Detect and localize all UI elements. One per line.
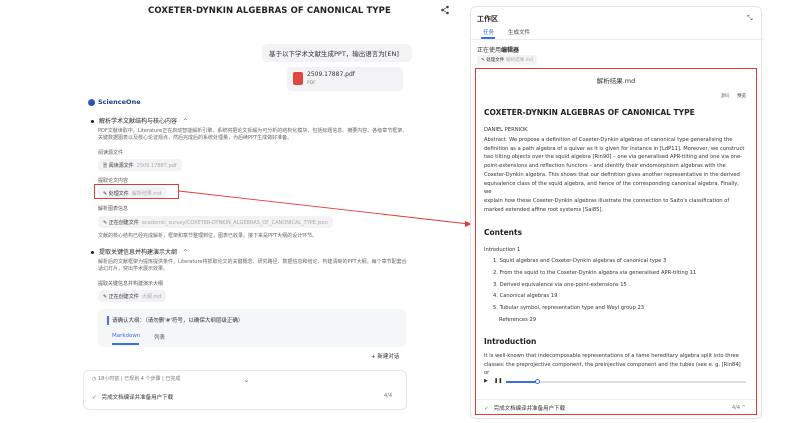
viewer-filename: 解析结果.md xyxy=(596,77,636,85)
chevron-down-icon[interactable]: ⌄ xyxy=(244,377,249,384)
chip-label: 正在创建文件 xyxy=(108,220,139,226)
progress-track[interactable] xyxy=(506,381,746,383)
tab-markdown[interactable]: Markdown xyxy=(112,333,140,339)
page-title: COXETER-DYNKIN ALGEBRAS OF CANONICAL TYP… xyxy=(148,6,391,16)
chat-pane: COXETER-DYNKIN ALGEBRAS OF CANONICAL TYP… xyxy=(0,0,462,423)
tab-generated-files[interactable]: 生成文件 xyxy=(508,28,530,36)
share-icon[interactable] xyxy=(440,5,450,15)
pdf-file-icon xyxy=(293,72,303,85)
chip-value: 大纲.md xyxy=(141,294,162,300)
tool-chip-process-file[interactable]: ✎ 处理文件 解析结果.md xyxy=(477,55,537,65)
highlight-box xyxy=(94,184,179,199)
doc-icon: 🗎 xyxy=(103,163,108,169)
chip-value: academic_survey/COXETER-DYNKIN_ALGEBRAS_… xyxy=(141,220,328,226)
app-root: COXETER-DYNKIN ALGEBRAS OF CANONICAL TYP… xyxy=(0,0,803,423)
toc-item: Introduction 1 xyxy=(484,247,521,253)
accent-bar xyxy=(107,316,109,325)
new-chat-button[interactable]: + 新建对话 xyxy=(371,352,399,360)
progress-knob[interactable] xyxy=(534,379,540,384)
preview-button[interactable]: 预览 xyxy=(737,94,746,99)
outline-confirm-card: 请确认大纲：（请勿删'#'符号，以确保大纲层级正确） Markdown 列表 xyxy=(98,309,406,347)
check-icon: ✓ xyxy=(92,395,97,401)
chevron-up-icon[interactable]: ^ xyxy=(183,249,188,256)
attachment-name: 2509.17887.pdf xyxy=(307,71,355,78)
file-viewer: 解析结果.md 源码 预览 COXETER-DYNKIN ALGEBRAS OF… xyxy=(475,68,757,415)
intro-heading: Introduction xyxy=(484,337,537,346)
collapse-icon[interactable]: ⤡ xyxy=(747,14,753,23)
toc-item: 1. Squid algebras and Coxeter-Dynkin alg… xyxy=(493,258,667,264)
bullet-icon xyxy=(91,120,94,123)
tab-list[interactable]: 列表 xyxy=(154,333,165,341)
outline-title: 请确认大纲：（请勿删'#'符号，以确保大纲层级正确） xyxy=(112,318,244,324)
task-status-panel: ◷ 18小时前 | 已规划 4 个步骤 | 已完成 ⌄ ✓ 完成文档编译并准备用户… xyxy=(83,370,407,410)
assistant-brand: ScienceOne xyxy=(88,98,141,106)
step-1-sub-charts: 解析图表信息 xyxy=(98,206,129,212)
progress-fill xyxy=(506,381,538,383)
divider xyxy=(471,39,763,40)
tool-chip-create-file[interactable]: ✎ 正在创建文件 academic_survey/COXETER-DYNKIN_A… xyxy=(98,216,333,228)
doc-title: COXETER-DYNKIN ALGEBRAS OF CANONICAL TYP… xyxy=(484,108,695,117)
view-mode-toggle: 源码 预览 xyxy=(715,93,746,99)
chevron-up-icon[interactable]: ^ xyxy=(183,118,188,125)
step-2-header[interactable]: 提取关键信息并构建演示大纲 ^ xyxy=(91,247,188,256)
media-player: ▶ ❚❚ xyxy=(484,377,746,387)
attachment-card[interactable]: 2509.17887.pdf PDF xyxy=(287,67,403,91)
task-item: ✓ 完成文档编译并准备用户下载 xyxy=(484,406,566,412)
tool-chip-read-file[interactable]: 🗎 阅读源文件 2509.17887.pdf xyxy=(98,159,182,171)
user-message: 基于以下学术文献生成PPT，输出语言为[EN] xyxy=(262,44,412,62)
task-status: ◷ 18小时前 | 已规划 4 个步骤 | 已完成 xyxy=(92,376,181,382)
step-1-description: PDF文献读取中，Literature正在启动智能解析引擎。系统将把论文拆解为可… xyxy=(98,128,408,141)
doc-abstract: Abstract. We propose a definition of Cox… xyxy=(484,137,745,213)
task-count: 4/4 ^ xyxy=(732,405,746,411)
source-button[interactable]: 源码 xyxy=(721,94,730,99)
intro-text: It is well-known that indecomposable rep… xyxy=(484,353,741,377)
step-1-footer: 文献的核心结构已经完成解析，框架和章节整理到位，图表已收录。接下来是PPT大纲的… xyxy=(98,233,318,239)
tab-tasks[interactable]: 任务 xyxy=(483,28,494,36)
toc-item: 4. Canonical algebras 19 xyxy=(493,293,558,299)
tool-chip-create-outline[interactable]: ✎ 正在创建文件 大纲.md xyxy=(98,290,167,302)
toc-item: 2. From the squid to the Coxeter-Dynkin … xyxy=(493,270,697,276)
chip-label: 阅读源文件 xyxy=(108,163,134,169)
step-1-sub-read: 阅读源文件 xyxy=(98,150,124,156)
check-icon: ✓ xyxy=(484,406,489,412)
brand-logo-icon xyxy=(88,98,95,106)
brand-name: ScienceOne xyxy=(98,98,141,106)
viewer-task-footer: ✓ 完成文档编译并准备用户下载 4/4 ^ xyxy=(476,399,756,415)
task-item: ✓ 完成文档编译并准备用户下载 xyxy=(92,395,174,401)
chip-value: 2509.17887.pdf xyxy=(136,163,177,169)
edit-icon: ✎ xyxy=(481,58,485,63)
step-2-description: 解析后的文献框架为提炼提供条件，Literature将抓取论文的关键概念、研究路… xyxy=(98,259,407,272)
tab-active-indicator xyxy=(112,343,139,345)
toc-item: References 29 xyxy=(499,317,537,323)
workspace-title: 工作区 xyxy=(477,15,498,23)
chip-label: 正在创建文件 xyxy=(108,294,139,300)
step-2-sub: 提取关键信息并构建演示大纲 xyxy=(98,281,164,287)
play-icon[interactable]: ▶ xyxy=(484,378,488,384)
toc-item: 3. Derived equivalence via one-point-ext… xyxy=(493,282,627,288)
bullet-icon xyxy=(91,251,94,254)
step-2-title: 提取关键信息并构建演示大纲 xyxy=(99,249,178,256)
task-count: 4/4 xyxy=(384,393,393,399)
doc-author: DANIEL PERNIOK xyxy=(484,127,528,133)
edit-icon: ✎ xyxy=(103,294,108,300)
contents-heading: Contents xyxy=(484,228,523,237)
toc-item: 5. Tubular symbol, representation type a… xyxy=(493,305,645,311)
chevron-up-icon[interactable]: ^ xyxy=(742,405,746,411)
step-1-title: 解析学术文献结构与核心内容 xyxy=(99,118,178,125)
using-tool-label: 正在使用编辑器 xyxy=(477,47,520,54)
step-1-header[interactable]: 解析学术文献结构与核心内容 ^ xyxy=(91,116,188,125)
edit-icon: ✎ xyxy=(103,220,108,226)
step-1-sub-extract: 提取论文内容 xyxy=(98,178,129,184)
pause-icon[interactable]: ❚❚ xyxy=(494,378,502,384)
attachment-type: PDF xyxy=(307,81,316,86)
